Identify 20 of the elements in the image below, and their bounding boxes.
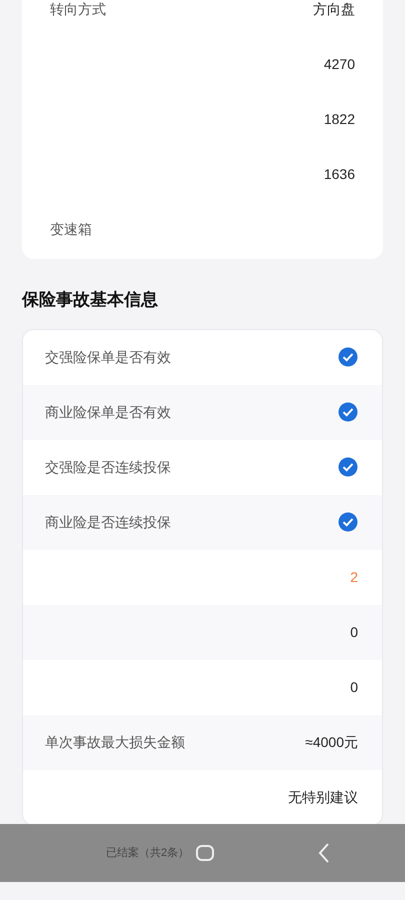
field-label: 转向方式 [50,0,106,19]
field-label: 单次事故最大损失金额 [45,732,185,752]
status-text: 已结案（共2条） [106,846,190,861]
field-label: 变速箱 [50,220,92,239]
home-icon[interactable] [195,843,216,863]
field-label: 商业险是否连续投保 [45,512,171,532]
field-value: 1636 [324,165,355,184]
field-label: 商业险保单是否有效 [45,402,171,422]
field-value: 0 [350,678,358,696]
field-label: 交强险是否连续投保 [45,458,171,476]
back-icon[interactable] [317,842,332,864]
field-value: ≈4000元 [305,732,358,752]
field-value: 方向盘 [313,0,355,19]
field-label: 交强险保单是否有效 [45,348,171,366]
field-value: 0 [350,622,358,642]
field-value: 4270 [324,55,355,74]
field-value: 1822 [324,110,355,129]
section-title: 保险事故基本信息 [22,289,159,311]
field-value: 2 [350,568,358,586]
field-value: 无特别建议 [288,788,358,806]
